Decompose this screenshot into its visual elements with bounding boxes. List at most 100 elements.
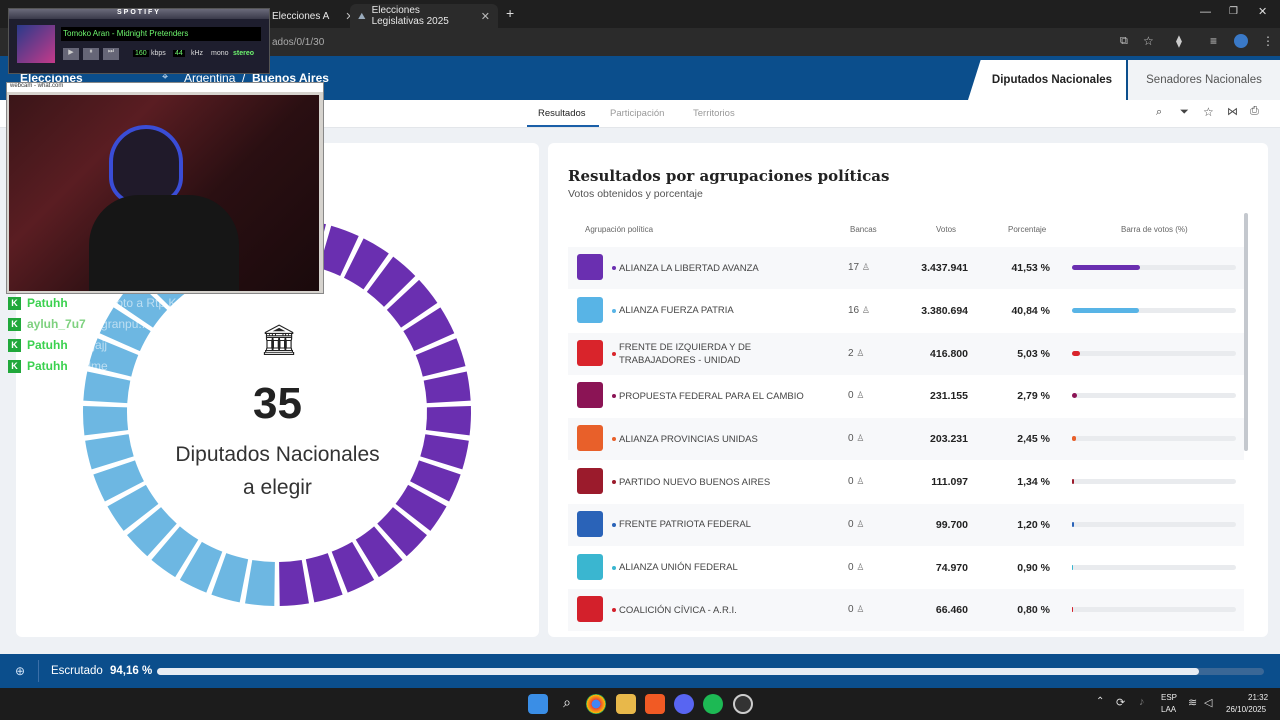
- filter-icon[interactable]: ⏷: [1180, 106, 1189, 119]
- votos-value: 74.970: [935, 561, 968, 574]
- new-tab-icon[interactable]: +: [506, 5, 514, 21]
- vote-bar-track: [1072, 265, 1236, 270]
- discord-icon[interactable]: [674, 694, 694, 714]
- pct-value: 0,80 %: [1017, 604, 1050, 617]
- col-header-votos[interactable]: Votos: [936, 225, 956, 234]
- bancas-cell: 17 ♙: [848, 262, 888, 273]
- clock-time[interactable]: 21:32: [1248, 693, 1268, 702]
- kbps-value: 160: [133, 50, 149, 57]
- file-explorer-icon[interactable]: [616, 694, 636, 714]
- votos-value: 66.460: [935, 604, 968, 617]
- table-row[interactable]: ALIANZA PROVINCIAS UNIDAS 0 ♙ 203.231 2,…: [568, 418, 1244, 461]
- obs-icon[interactable]: [733, 694, 753, 714]
- profile-avatar[interactable]: [1234, 34, 1248, 48]
- bancas-value: 0: [848, 433, 854, 445]
- windows-start-icon[interactable]: [528, 694, 548, 714]
- col-header-barra[interactable]: Barra de votos (%): [1121, 225, 1188, 234]
- chrome-icon[interactable]: [586, 694, 606, 714]
- mic-icon[interactable]: ♪: [1139, 696, 1145, 708]
- vote-bar-fill: [1072, 521, 1074, 527]
- person-icon: ♙: [861, 262, 870, 272]
- url-text[interactable]: ados/0/1/30: [272, 37, 324, 48]
- sync-icon[interactable]: ⟳: [1116, 696, 1125, 709]
- tab-elecciones-legislativas[interactable]: ⛰ Elecciones Legislativas 2025 ✕: [350, 4, 498, 28]
- bancas-value: 0: [848, 604, 854, 616]
- next-icon[interactable]: ⏭: [103, 48, 119, 60]
- table-row[interactable]: ALIANZA UNIÓN FEDERAL 0 ♙ 74.970 0,90 %: [568, 547, 1244, 589]
- tab-diputados-nacionales[interactable]: Diputados Nacionales: [968, 60, 1126, 100]
- table-row[interactable]: COALICIÓN CÍVICA - A.R.I. 0 ♙ 66.460 0,8…: [568, 589, 1244, 632]
- lang-primary[interactable]: ESP: [1161, 693, 1177, 702]
- webcam-title: webcam - what.com: [7, 83, 323, 92]
- chat-user: Patuhh: [27, 338, 68, 352]
- tab-senadores-nacionales[interactable]: Senadores Nacionales: [1128, 60, 1280, 100]
- tray-chevron-icon[interactable]: ⌃: [1096, 696, 1104, 707]
- kick-badge-icon: K: [8, 359, 21, 373]
- col-header-party[interactable]: Agrupación política: [585, 225, 653, 234]
- seat-segment[interactable]: [245, 559, 275, 606]
- clock-date[interactable]: 26/10/2025: [1226, 705, 1266, 714]
- info-icon[interactable]: ⊕: [15, 664, 25, 678]
- vote-bar-track: [1072, 607, 1236, 613]
- maximize-icon[interactable]: ❐: [1229, 6, 1238, 17]
- table-row[interactable]: FRENTE DE IZQUIERDA Y DE TRABAJADORES - …: [568, 332, 1244, 375]
- table-row[interactable]: FRENTE PATRIOTA FEDERAL 0 ♙ 99.700 1,20 …: [568, 503, 1244, 546]
- bookmark-star-icon[interactable]: ☆: [1143, 34, 1154, 48]
- party-color-dot: [612, 308, 616, 313]
- table-row[interactable]: PARTIDO NUEVO BUENOS AIRES 0 ♙ 111.097 1…: [568, 461, 1244, 503]
- results-title: Resultados por agrupaciones políticas: [568, 167, 890, 185]
- site-favicon-icon: ⛰: [358, 10, 366, 21]
- subtab-participacion[interactable]: Participación: [610, 108, 664, 119]
- search-icon[interactable]: ⌕: [557, 694, 577, 714]
- print-icon[interactable]: ⎙: [1250, 105, 1259, 118]
- party-name: ALIANZA LA LIBERTAD AVANZA: [619, 262, 759, 274]
- party-name-cell: PROPUESTA FEDERAL PARA EL CAMBIO: [612, 375, 822, 417]
- chat-user: Patuhh: [27, 296, 68, 310]
- pct-value: 0,90 %: [1017, 561, 1050, 574]
- col-header-pct[interactable]: Porcentaje: [1008, 225, 1046, 234]
- seat-segment[interactable]: [279, 559, 309, 606]
- table-row[interactable]: ALIANZA FUERZA PATRIA 16 ♙ 3.380.694 40,…: [568, 290, 1244, 332]
- vote-bar-fill: [1072, 307, 1139, 313]
- table-row[interactable]: ALIANZA LA LIBERTAD AVANZA 17 ♙ 3.437.94…: [568, 247, 1244, 289]
- vote-bar-fill: [1072, 265, 1141, 270]
- party-logo-icon: [577, 510, 603, 537]
- webcam-feed: [9, 95, 319, 291]
- pct-value: 41,53 %: [1011, 262, 1050, 274]
- pct-value: 1,34 %: [1017, 476, 1050, 488]
- volume-icon[interactable]: ◁: [1204, 696, 1212, 709]
- person-icon: ♙: [856, 604, 865, 615]
- scrutiny-progress-track: [157, 668, 1264, 675]
- play-icon[interactable]: ▶: [63, 48, 79, 60]
- active-tab-indicator: [527, 125, 599, 127]
- table-row[interactable]: PROPUESTA FEDERAL PARA EL CAMBIO 0 ♙ 231…: [568, 375, 1244, 417]
- pause-icon[interactable]: ⏸: [83, 48, 99, 60]
- extensions-icon[interactable]: ⧫: [1176, 34, 1182, 48]
- media-icon[interactable]: ≡: [1210, 34, 1217, 48]
- tab-elecciones-a[interactable]: Elecciones A ✕: [272, 4, 354, 28]
- share-icon[interactable]: ⋈: [1227, 105, 1238, 118]
- table-scrollbar[interactable]: [1244, 213, 1248, 451]
- install-icon[interactable]: ⧉: [1120, 35, 1128, 48]
- party-name: FRENTE DE IZQUIERDA Y DE TRABAJADORES - …: [619, 341, 752, 366]
- wifi-icon[interactable]: ≋: [1188, 696, 1197, 709]
- minimize-icon[interactable]: —: [1200, 6, 1211, 18]
- window-close-icon[interactable]: ✕: [1258, 5, 1267, 18]
- lang-secondary[interactable]: LAA: [1161, 705, 1176, 714]
- search-icon[interactable]: ⌕: [1156, 106, 1162, 119]
- close-icon[interactable]: ✕: [481, 10, 490, 23]
- bancas-cell: 0 ♙: [848, 519, 888, 530]
- chat-message: K ayluh_7u7 jagranpu..: [8, 317, 145, 331]
- party-logo-icon: [577, 339, 603, 366]
- col-header-bancas[interactable]: Bancas: [850, 225, 877, 234]
- subtab-resultados[interactable]: Resultados: [538, 108, 586, 119]
- bancas-cell: 16 ♙: [848, 305, 888, 316]
- menu-dots-icon[interactable]: ⋮: [1262, 34, 1274, 48]
- party-logo-icon: [577, 254, 603, 280]
- vote-bar-fill: [1072, 564, 1074, 570]
- favorite-star-icon[interactable]: ☆: [1203, 105, 1214, 119]
- subtab-territorios[interactable]: Territorios: [693, 108, 735, 119]
- track-title: Tomoko Aran - Midnight Pretenders: [61, 27, 261, 41]
- brave-icon[interactable]: [645, 694, 665, 714]
- spotify-icon[interactable]: [703, 694, 723, 714]
